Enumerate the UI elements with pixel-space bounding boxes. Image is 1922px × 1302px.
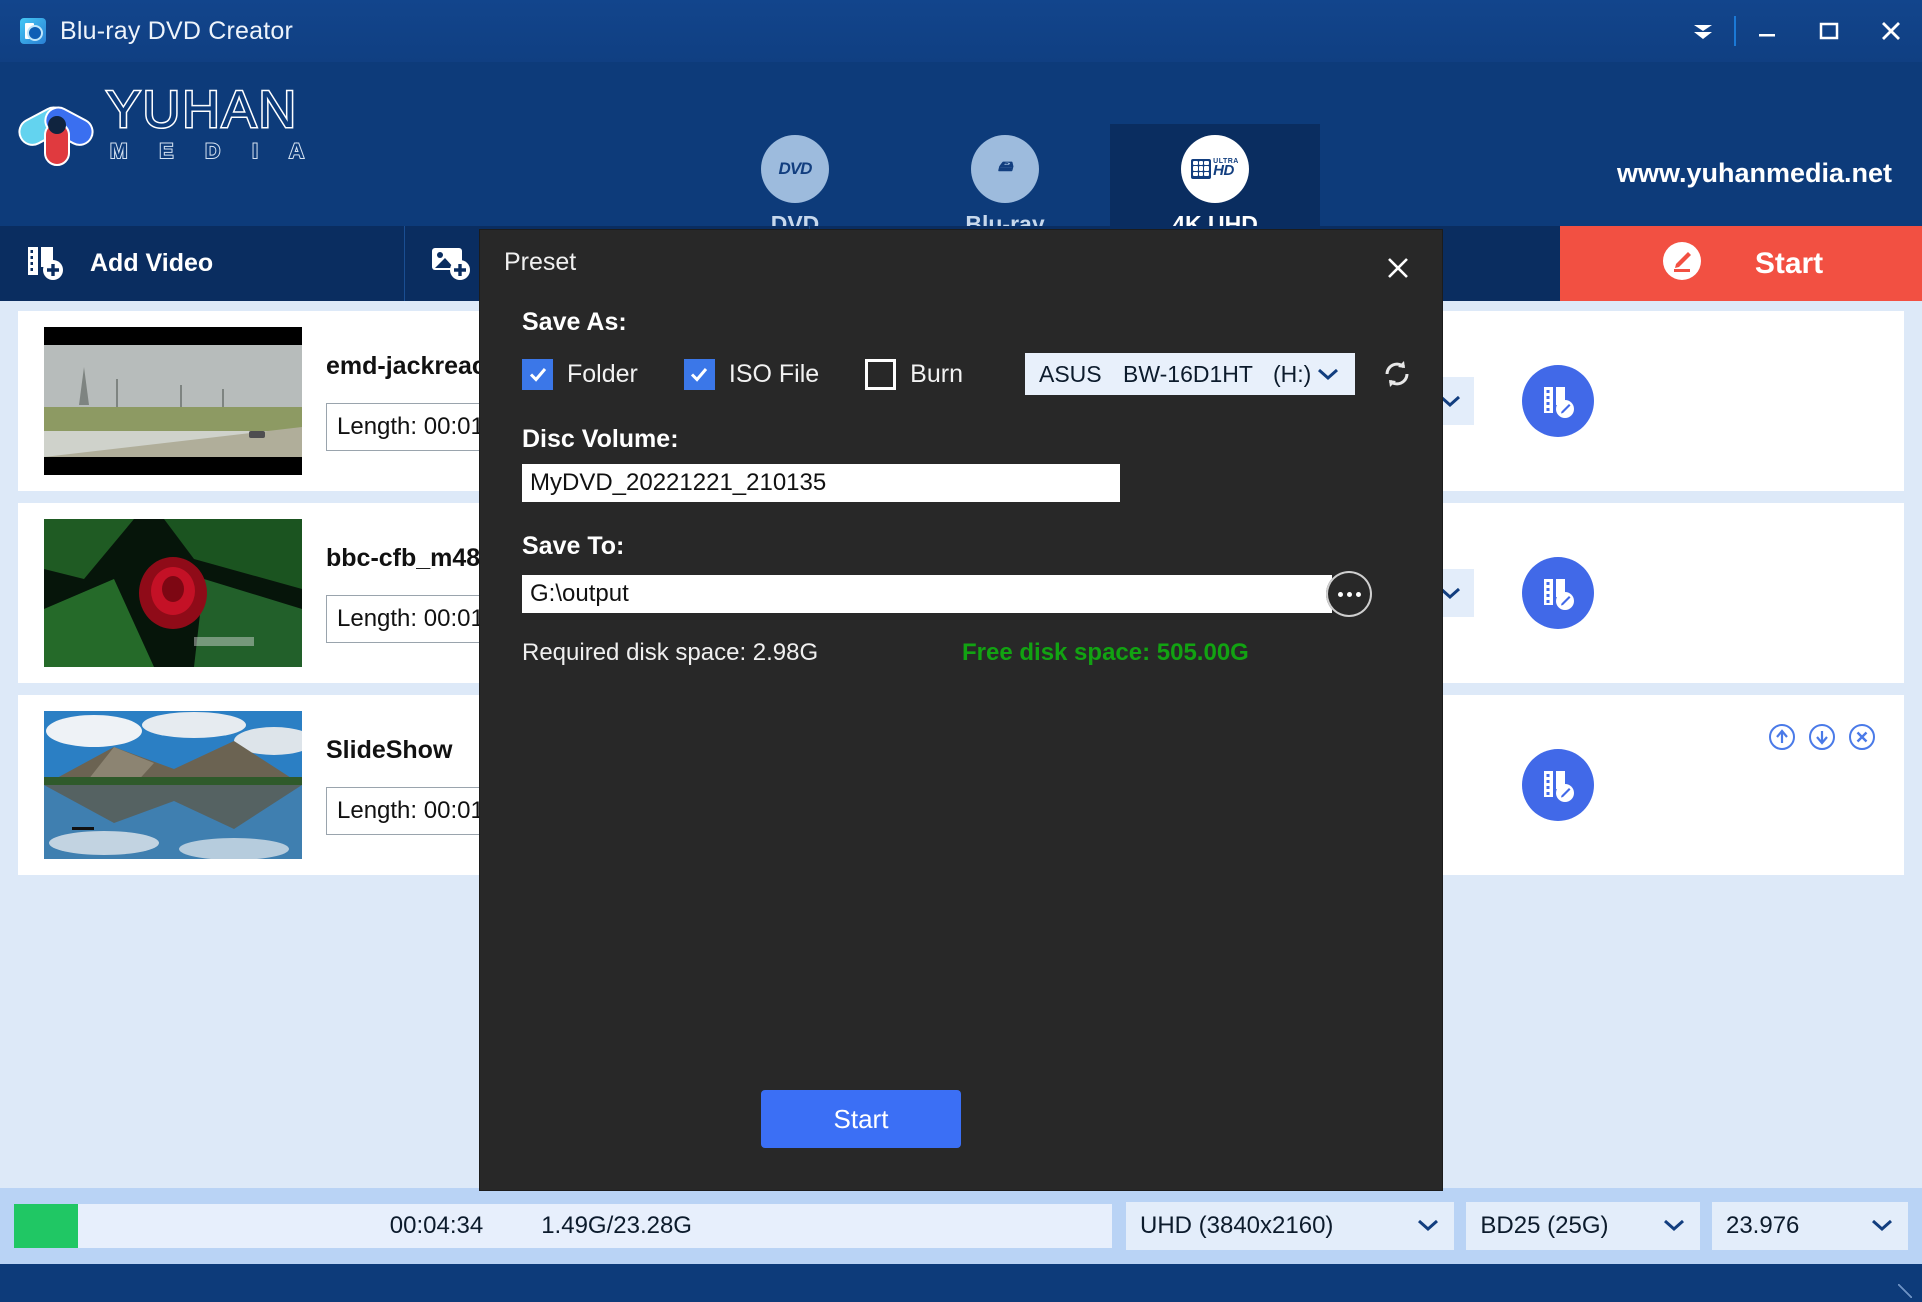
drive-select[interactable]: ASUS BW-16D1HT (H:)	[1024, 353, 1355, 395]
video-thumbnail	[44, 711, 302, 859]
logo-mark-icon	[13, 82, 100, 168]
resolution-select[interactable]: UHD (3840x2160)	[1125, 1202, 1455, 1250]
save-to-row: G:\output	[480, 561, 1442, 617]
disc-type-select[interactable]: BD25 (25G)	[1466, 1202, 1700, 1250]
start-button[interactable]: Start	[1560, 226, 1922, 301]
add-video-button[interactable]: Add Video	[0, 226, 405, 301]
website-url[interactable]: www.yuhanmedia.net	[1617, 158, 1892, 189]
film-add-icon	[24, 239, 68, 288]
dialog-start-button[interactable]: Start	[761, 1090, 961, 1148]
disk-space-row: Required disk space: 2.98G Free disk spa…	[522, 639, 1442, 667]
ellipsis-icon[interactable]	[1326, 571, 1372, 617]
minimize-icon[interactable]	[1736, 0, 1798, 62]
menu-chevron-icon[interactable]	[1672, 0, 1734, 62]
required-disk-space: Required disk space: 2.98G	[522, 639, 819, 666]
title-bar: Blu-ray DVD Creator	[0, 0, 1922, 62]
framerate-select-value: 23.976	[1725, 1212, 1800, 1239]
chevron-down-icon	[1315, 361, 1341, 388]
film-edit-icon[interactable]	[1522, 749, 1594, 821]
status-bar: 00:04:34 1.49G/23.28G UHD (3840x2160) BD…	[0, 1188, 1922, 1264]
chevron-down-icon	[1416, 1212, 1440, 1240]
folder-checkbox-label: Folder	[567, 359, 638, 388]
drive-brand: ASUS	[1038, 360, 1102, 387]
free-disk-space: Free disk space: 505.00G	[962, 639, 1249, 666]
folder-checkbox[interactable]	[522, 358, 553, 390]
video-thumbnail	[44, 519, 302, 667]
application-window: Blu-ray DVD Creator YUHAN M E D I A DVD …	[0, 0, 1922, 1302]
preset-dialog: Preset Save As: Folder ISO File Burn ASU…	[480, 230, 1442, 1190]
disc-volume-input[interactable]: MyDVD_20221221_210135	[522, 464, 1120, 502]
burn-checkbox[interactable]	[865, 358, 897, 390]
photo-add-icon	[429, 239, 473, 288]
elapsed-time: 00:04:34	[389, 1212, 484, 1239]
film-edit-icon[interactable]	[1522, 557, 1594, 629]
burn-checkbox-label: Burn	[910, 359, 963, 388]
iso-file-checkbox-label: ISO File	[728, 359, 820, 388]
save-as-label: Save As:	[522, 308, 627, 336]
row-actions	[1768, 723, 1876, 751]
window-controls	[1672, 0, 1922, 62]
save-as-options: Folder ISO File Burn ASUS BW-16D1HT (H:)	[480, 353, 1442, 395]
move-down-icon[interactable]	[1808, 723, 1836, 751]
film-edit-icon[interactable]	[1522, 365, 1594, 437]
drive-letter: (H:)	[1272, 360, 1312, 387]
add-video-label: Add Video	[90, 249, 214, 277]
ultra-hd-icon: ULTRA HD	[1181, 134, 1249, 203]
app-icon	[20, 18, 46, 44]
save-to-input[interactable]: G:\output	[522, 575, 1332, 613]
size-readout: 1.49G/23.28G	[541, 1212, 692, 1239]
video-thumbnail	[44, 327, 302, 475]
chevron-down-icon	[1870, 1212, 1894, 1240]
drive-model: BW-16D1HT	[1122, 360, 1253, 387]
framerate-select[interactable]: 23.976	[1711, 1202, 1908, 1250]
iso-file-checkbox[interactable]	[683, 358, 715, 390]
dialog-close-icon[interactable]	[1370, 242, 1426, 294]
window-footer	[0, 1264, 1922, 1302]
logo-subtitle: M E D I A	[109, 139, 318, 164]
dialog-body: Save As: Folder ISO File Burn ASUS BW-16…	[480, 308, 1442, 667]
start-button-label: Start	[1754, 246, 1824, 280]
dialog-title: Preset	[504, 248, 577, 276]
progress-fill	[14, 1204, 78, 1248]
move-up-icon[interactable]	[1768, 723, 1796, 751]
disc-volume-label: Disc Volume:	[522, 425, 679, 453]
resize-grip[interactable]	[1898, 1284, 1912, 1298]
chevron-down-icon	[1662, 1212, 1686, 1240]
bluray-disc-icon: 🖴	[971, 134, 1039, 203]
refresh-icon[interactable]	[1377, 354, 1417, 394]
disc-type-select-value: BD25 (25G)	[1480, 1212, 1609, 1239]
remove-icon[interactable]	[1848, 723, 1876, 751]
save-to-label: Save To:	[522, 532, 625, 560]
resolution-select-value: UHD (3840x2160)	[1139, 1212, 1334, 1239]
logo-wordmark: YUHAN	[104, 81, 299, 140]
yuhan-media-logo: YUHAN M E D I A	[13, 80, 334, 170]
dvd-disc-icon: DVD	[761, 134, 829, 203]
brand-row: YUHAN M E D I A DVD DVD 🖴 Blu-ray ULTRA H…	[0, 62, 1922, 248]
progress-bar: 00:04:34 1.49G/23.28G	[14, 1204, 1112, 1248]
close-icon[interactable]	[1860, 0, 1922, 62]
maximize-icon[interactable]	[1798, 0, 1860, 62]
window-title: Blu-ray DVD Creator	[60, 16, 294, 45]
burn-pencil-icon	[1659, 238, 1705, 289]
